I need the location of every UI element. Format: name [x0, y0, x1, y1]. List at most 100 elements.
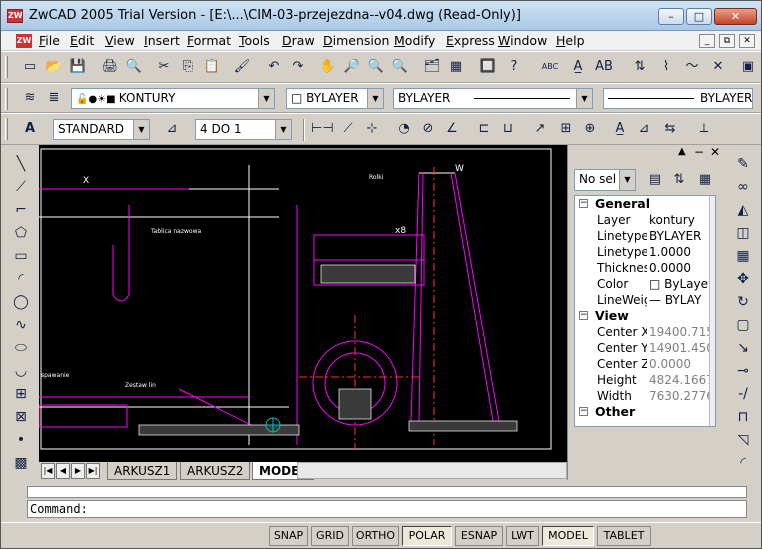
minimize-button[interactable]: –: [658, 8, 684, 25]
menu-dimension[interactable]: Dimension: [323, 33, 389, 48]
linetype-dropdown[interactable]: BYLAYER ▼: [393, 88, 593, 109]
menu-tools[interactable]: Tools: [239, 33, 270, 48]
dim-edit-icon[interactable]: A̲: [609, 118, 631, 140]
panel-autohide-icon[interactable]: −: [694, 145, 704, 159]
circle-icon[interactable]: ◯: [9, 291, 33, 313]
toggle-pickadd-icon[interactable]: ▦: [694, 169, 716, 191]
rotate-icon[interactable]: ↻: [731, 291, 755, 313]
insert-block-icon[interactable]: ⊞: [9, 383, 33, 405]
text-style-dropdown[interactable]: STANDARD ▼: [53, 119, 150, 140]
rectangle-icon[interactable]: ▭: [9, 245, 33, 267]
color-dropdown[interactable]: □ BYLAYER ▼: [286, 88, 384, 109]
extend-icon[interactable]: -/: [731, 383, 755, 405]
model-toggle[interactable]: MODEL: [542, 526, 594, 546]
collapse-icon[interactable]: −: [579, 199, 588, 208]
print-preview-icon[interactable]: 🔍: [123, 56, 145, 78]
ordinate-dim-icon[interactable]: ⊹: [361, 118, 383, 140]
command-line[interactable]: Command:: [27, 500, 747, 518]
hatch-icon[interactable]: ▩: [9, 452, 33, 474]
menu-format[interactable]: Format: [187, 33, 231, 48]
fillet-icon[interactable]: ◜: [731, 452, 755, 474]
undo-icon[interactable]: ↶: [263, 56, 285, 78]
mdi-minimize-button[interactable]: _: [699, 34, 715, 48]
tab-next-button[interactable]: ▶: [71, 463, 85, 479]
property-row[interactable]: Linetype BYLAYER: [575, 228, 715, 244]
property-row[interactable]: Linetype s1.0000: [575, 244, 715, 260]
menu-file[interactable]: File: [39, 33, 60, 48]
spline-icon[interactable]: ∿: [9, 314, 33, 336]
mdi-close-button[interactable]: ✕: [739, 34, 755, 48]
stretch-icon[interactable]: ↘: [731, 337, 755, 359]
baseline-dim-icon[interactable]: ⊏: [473, 118, 495, 140]
layer-manager-icon[interactable]: ≋: [19, 87, 41, 109]
menu-express[interactable]: Express: [446, 33, 495, 48]
property-row[interactable]: Thickness0.0000: [575, 260, 715, 276]
maximize-button[interactable]: □: [686, 8, 712, 25]
zoom-previous-icon[interactable]: 🔍: [389, 56, 411, 78]
menu-edit[interactable]: Edit: [70, 33, 94, 48]
property-row[interactable]: Center Y 14901.4500: [575, 340, 715, 356]
offset-icon[interactable]: ◫: [731, 222, 755, 244]
tab-first-button[interactable]: |◀: [41, 463, 55, 479]
point-icon[interactable]: •: [9, 429, 33, 451]
tab-arkusz1[interactable]: ARKUSZ1: [107, 462, 178, 480]
snap-toggle[interactable]: SNAP: [269, 526, 308, 546]
leader-icon[interactable]: ↗: [529, 118, 551, 140]
panel-pin-icon[interactable]: ▲: [678, 146, 686, 157]
property-row[interactable]: Center Z 0.0000: [575, 356, 715, 372]
polar-toggle[interactable]: POLAR: [402, 526, 452, 546]
menu-draw[interactable]: Draw: [282, 33, 315, 48]
property-row[interactable]: Layer kontury: [575, 212, 715, 228]
close-button[interactable]: ✕: [714, 8, 757, 25]
quick-select-icon[interactable]: ▤: [644, 169, 666, 191]
center-mark-icon[interactable]: ⊕: [579, 118, 601, 140]
menu-view[interactable]: View: [105, 33, 135, 48]
text-edit-icon[interactable]: A̲: [567, 56, 589, 78]
properties-scrollbar[interactable]: [709, 196, 715, 426]
aligned-dim-icon[interactable]: ⟋: [337, 118, 359, 140]
aerial-view-icon[interactable]: 🔲: [477, 56, 499, 78]
zoom-realtime-icon[interactable]: 🔎: [341, 56, 363, 78]
menu-insert[interactable]: Insert: [144, 33, 180, 48]
dim-update-icon[interactable]: ⇆: [659, 118, 681, 140]
properties-icon[interactable]: 🗂: [421, 56, 443, 78]
selection-dropdown[interactable]: No sel ▼: [574, 169, 636, 191]
new-icon[interactable]: ▭: [19, 56, 41, 78]
chamfer-icon[interactable]: ◹: [731, 429, 755, 451]
tolerance-icon[interactable]: ⊞: [555, 118, 577, 140]
ortho-toggle[interactable]: ORTHO: [352, 526, 399, 546]
copy-icon[interactable]: ⎘: [177, 56, 199, 78]
toolbar-grip[interactable]: [5, 118, 8, 140]
toolbar-grip[interactable]: [5, 56, 8, 78]
tablet-toggle[interactable]: TABLET: [597, 526, 651, 546]
match-properties-icon[interactable]: 🖌: [231, 56, 253, 78]
shape-icon[interactable]: 〜: [681, 56, 703, 78]
paste-icon[interactable]: 📋: [201, 56, 223, 78]
trim-icon[interactable]: ⊸: [731, 360, 755, 382]
lineweight-dropdown[interactable]: BYLAYER: [603, 88, 753, 109]
design-center-icon[interactable]: ▦: [445, 56, 467, 78]
horizontal-scrollbar[interactable]: [297, 462, 567, 479]
lwt-toggle[interactable]: LWT: [506, 526, 539, 546]
pan-icon[interactable]: ✋: [317, 56, 339, 78]
print-icon[interactable]: 🖨: [99, 56, 121, 78]
layer-previous-icon[interactable]: ≣: [43, 87, 65, 109]
property-row[interactable]: Height 4824.1667: [575, 372, 715, 388]
menu-help[interactable]: Help: [556, 33, 585, 48]
esnap-toggle[interactable]: ESNAP: [455, 526, 503, 546]
draw-order-icon[interactable]: ⇅: [629, 56, 651, 78]
move-icon[interactable]: ✥: [731, 268, 755, 290]
abcd-icon[interactable]: AB: [593, 56, 615, 78]
property-row[interactable]: Center X 19400.7150: [575, 324, 715, 340]
menu-modify[interactable]: Modify: [394, 33, 435, 48]
scale-icon[interactable]: ▢: [731, 314, 755, 336]
angular-dim-icon[interactable]: ∠: [441, 118, 463, 140]
help-icon[interactable]: ?: [503, 56, 525, 78]
polygon-icon[interactable]: ⬠: [9, 222, 33, 244]
dim-text-edit-icon[interactable]: ⊿: [633, 118, 655, 140]
arc-icon[interactable]: ◜: [9, 268, 33, 290]
polyline-edit-icon[interactable]: ⌇: [655, 56, 677, 78]
ellipse-icon[interactable]: ⬭: [9, 337, 33, 359]
erase-icon[interactable]: ✎: [731, 153, 755, 175]
grid-toggle[interactable]: GRID: [311, 526, 349, 546]
